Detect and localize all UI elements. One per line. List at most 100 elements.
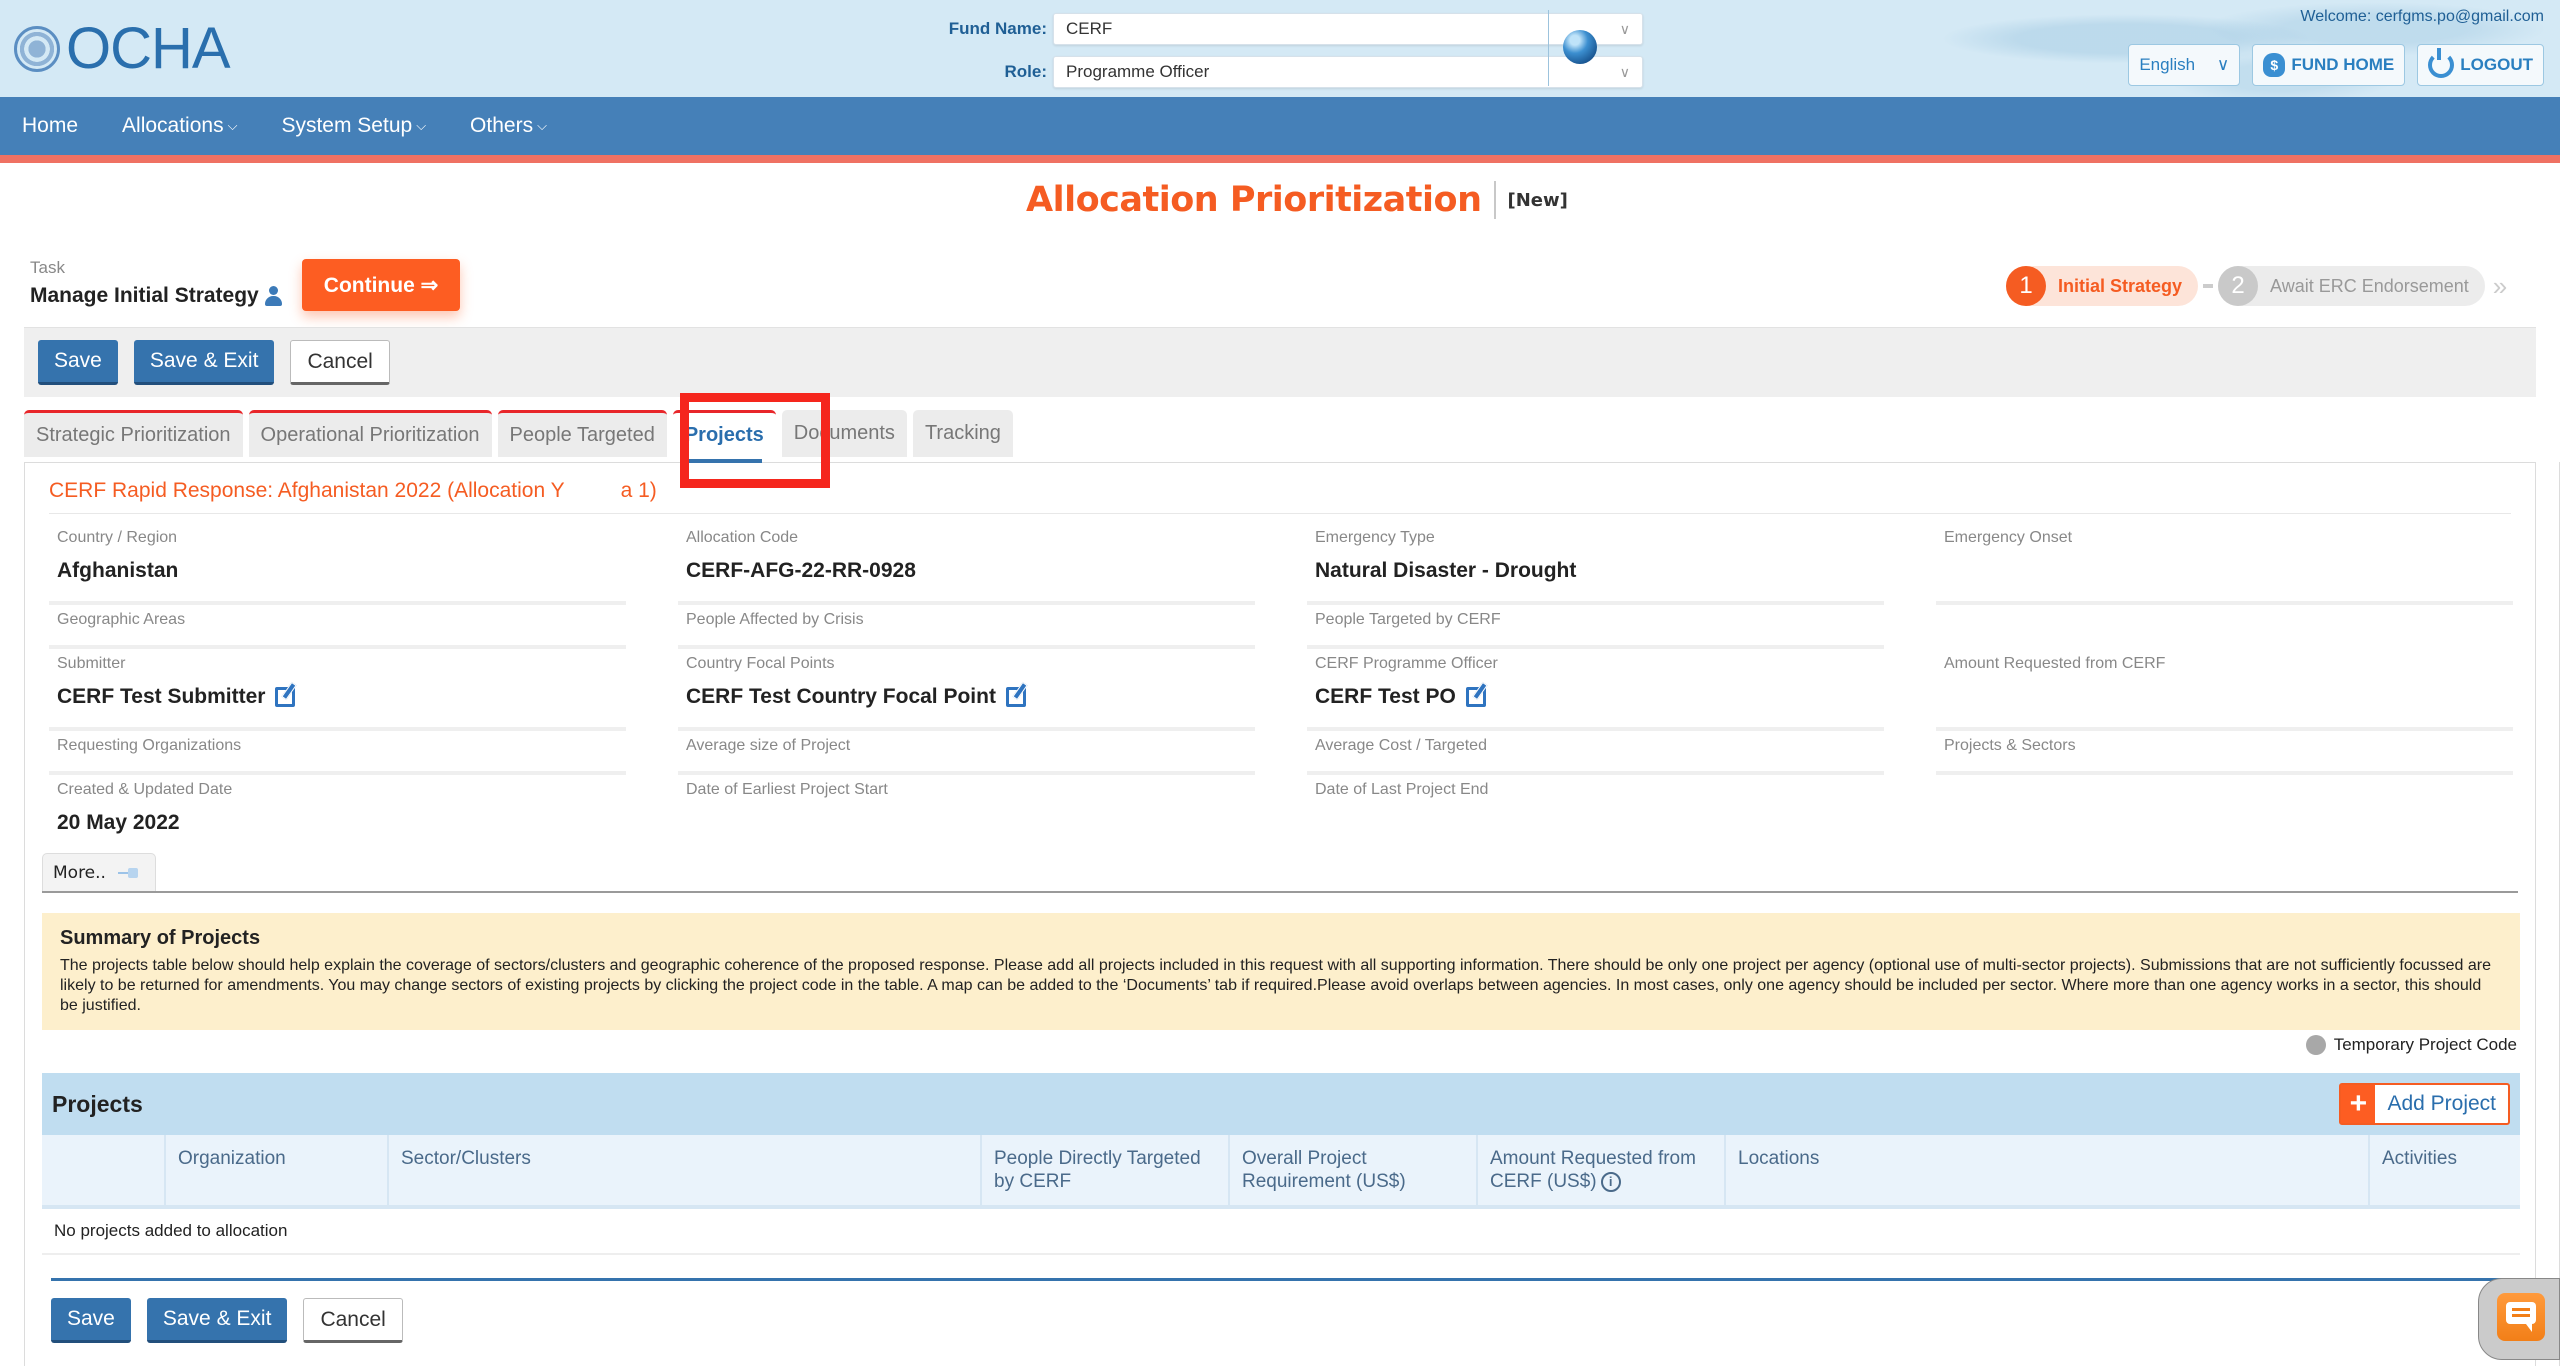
divider [42,891,2518,893]
field-emergency-type: Emergency Type Natural Disaster - Drough… [1307,523,1884,605]
column-header-activities[interactable]: Activities [2369,1135,2520,1209]
step-await-erc-endorsement[interactable]: 2 Await ERC Endorsement [2218,266,2485,306]
field-country-focal-points: Country Focal Points CERF Test Country F… [678,649,1255,731]
role-select[interactable]: Programme Officer ∨ [1053,56,1643,88]
summary-text: The projects table below should help exp… [60,957,2492,1014]
edit-icon[interactable] [1005,687,1026,707]
projects-header: Projects + Add Project [42,1073,2520,1135]
field-people-targeted: People Targeted by CERF [1307,605,1884,649]
column-header-people-targeted[interactable]: People Directly Targeted by CERF [981,1135,1230,1209]
field-label: Country / Region [57,529,178,546]
header-divider [1548,10,1549,86]
field-label: Requesting Organizations [57,737,242,754]
user-icon[interactable] [264,286,282,306]
double-chevron-right-icon[interactable]: » [2493,271,2507,302]
legend-label: Temporary Project Code [2333,1035,2517,1054]
step-initial-strategy[interactable]: 1 Initial Strategy [2006,266,2199,306]
column-header-locations[interactable]: Locations [1725,1135,2370,1209]
cancel-button[interactable]: Cancel [303,1298,403,1343]
tab-strategic-prioritization[interactable]: Strategic Prioritization [24,410,243,457]
nav-item-allocations[interactable]: Allocations ⌵ [100,114,259,138]
role-value: Programme Officer [1066,62,1210,81]
divider [51,1278,2518,1281]
field-label: People Targeted by CERF [1315,611,1501,628]
field-emergency-onset: Emergency Onset [1936,523,2513,605]
tab-tracking[interactable]: Tracking [912,410,1013,457]
globe-icon[interactable] [1563,30,1597,64]
summary-title: Summary of Projects [60,927,261,949]
chevron-down-icon: ∨ [2216,55,2230,74]
logout-button[interactable]: LOGOUT [2417,44,2544,86]
fund-name-label: Fund Name: [948,19,1047,38]
divider [49,513,2511,514]
field-label: People Affected by Crisis [686,611,864,628]
fund-home-button[interactable]: $ FUND HOME [2252,44,2406,86]
field-label: Geographic Areas [57,611,186,628]
page-title-text: Allocation Prioritization [1026,180,1482,220]
tab-operational-prioritization[interactable]: Operational Prioritization [248,410,492,457]
ocha-logo[interactable]: OCHA [14,16,231,81]
column-header-amount-requested[interactable]: Amount Requested from CERF (US$) i [1477,1135,1726,1209]
nav-item-label: Allocations [122,114,224,137]
edit-icon[interactable] [1465,687,1486,707]
table-row-empty: No projects added to allocation [42,1207,2520,1255]
field-label: Amount Requested from CERF [1944,655,2166,672]
main-nav: Home Allocations ⌵ System Setup ⌵ Others… [0,97,2560,155]
field-label: Emergency Type [1315,529,1435,546]
save-button[interactable]: Save [38,340,118,385]
field-value: Afghanistan [57,559,179,582]
field-label: Emergency Onset [1944,529,2073,546]
step-label: Await ERC Endorsement [2270,275,2469,296]
more-toggle[interactable]: More.. [42,853,156,891]
info-icon[interactable]: i [1600,1171,1621,1192]
bottom-action-bar: Save Save & Exit Cancel [51,1298,403,1343]
logo-text: OCHA [66,16,231,81]
fund-name-value: CERF [1066,19,1113,38]
save-exit-button[interactable]: Save & Exit [133,340,275,385]
column-header-organization[interactable]: Organization [165,1135,389,1209]
logout-label: LOGOUT [2460,55,2533,74]
save-button[interactable]: Save [51,1298,131,1343]
status-badge: [New] [1507,189,1568,211]
chevron-down-icon: ⌵ [416,118,427,133]
tab-bar: Strategic Prioritization Operational Pri… [24,410,1013,463]
more-label: More.. [53,862,106,883]
save-exit-button[interactable]: Save & Exit [146,1298,288,1343]
table-header-row: Organization Sector/Clusters People Dire… [42,1135,2520,1209]
title-divider [1493,181,1496,219]
nav-item-label: System Setup [281,114,413,137]
cancel-button[interactable]: Cancel [290,340,390,385]
highlight-annotation-box [680,393,830,488]
column-header-overall-requirement[interactable]: Overall Project Requirement (US$) [1229,1135,1478,1209]
continue-button[interactable]: Continue ⇒ [302,259,460,311]
step-connector [2203,284,2214,288]
empty-message: No projects added to allocation [42,1207,2520,1255]
column-header-label: Amount Requested from CERF (US$) [1490,1148,1696,1192]
edit-icon[interactable] [275,687,296,707]
add-project-button[interactable]: + Add Project [2339,1083,2510,1125]
column-header-sector-clusters[interactable]: Sector/Clusters [388,1135,982,1209]
language-select[interactable]: English ∨ [2128,44,2241,86]
tab-people-targeted[interactable]: People Targeted [497,410,667,457]
nav-item-others[interactable]: Others ⌵ [448,114,569,138]
field-value: Natural Disaster - Drought [1315,559,1577,582]
projects-title: Projects [52,1090,143,1117]
nav-item-system-setup[interactable]: System Setup ⌵ [259,114,448,138]
nav-item-home[interactable]: Home [0,114,100,138]
top-action-bar: Save Save & Exit Cancel [24,327,2536,397]
language-value: English [2139,55,2196,74]
allocation-title-part2: a 1) [620,479,657,502]
chat-widget[interactable] [2478,1278,2560,1360]
money-bag-icon: $ [2263,53,2286,77]
field-avg-cost-targeted: Average Cost / Targeted [1307,731,1884,775]
pin-icon [117,867,140,878]
fund-name-select[interactable]: CERF ∨ [1053,13,1643,45]
step-label: Initial Strategy [2058,275,2183,296]
field-value: CERF-AFG-22-RR-0928 [686,559,916,582]
summary-of-projects: Summary of Projects The projects table b… [42,913,2520,1030]
field-label: Allocation Code [686,529,799,546]
field-label: Date of Earliest Project Start [686,781,888,798]
task-name: Manage Initial Strategy [30,284,259,307]
field-empty [1936,605,2513,649]
context-selectors: Fund Name: CERF ∨ Role: Programme Office… [945,10,1643,96]
